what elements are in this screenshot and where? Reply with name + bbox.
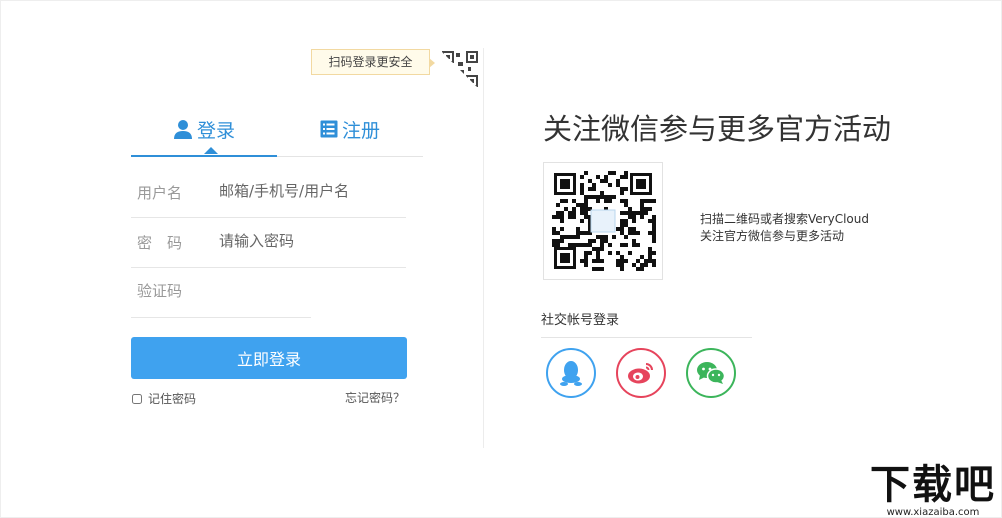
tab-register-label: 注册 xyxy=(341,119,380,142)
wechat-icon xyxy=(697,362,726,384)
tab-register[interactable]: 注册 xyxy=(277,113,423,145)
qr-description-line-1: 扫描二维码或者搜索VeryCloud xyxy=(700,212,869,226)
site-watermark: 下载吧 www.xiazaiba.com xyxy=(864,462,1002,518)
panel-divider xyxy=(483,48,484,448)
watermark-logo: 下载吧 xyxy=(870,462,996,508)
qr-login-tooltip-text: 扫码登录更安全 xyxy=(328,55,413,69)
remember-password-checkbox[interactable] xyxy=(132,393,142,404)
tab-active-caret xyxy=(204,147,218,154)
watermark-url: www.xiazaiba.com xyxy=(886,507,980,518)
username-field: 用户名 xyxy=(131,167,406,218)
tab-login-label: 登录 xyxy=(196,119,235,142)
social-login-title: 社交帐号登录 xyxy=(541,313,620,328)
login-submit-button[interactable]: 立即登录 xyxy=(131,337,407,379)
remember-password[interactable]: 记住密码 xyxy=(132,390,196,407)
weibo-login-button[interactable] xyxy=(616,348,666,398)
wechat-login-button[interactable] xyxy=(686,348,736,398)
tab-login[interactable]: 登录 xyxy=(131,113,277,145)
promo-title: 关注微信参与更多官方活动 xyxy=(543,112,892,146)
qq-login-button[interactable] xyxy=(546,348,596,398)
qr-description: 扫描二维码或者搜索VeryCloud 关注官方微信参与更多活动 xyxy=(700,211,869,245)
wechat-qr-code xyxy=(543,162,663,280)
user-icon xyxy=(173,120,192,139)
social-divider xyxy=(541,337,752,338)
qr-login-toggle[interactable] xyxy=(438,48,483,93)
weibo-icon xyxy=(628,363,653,384)
qq-icon xyxy=(560,361,582,386)
forgot-password-link[interactable]: 忘记密码？ xyxy=(345,389,405,406)
qr-code-image xyxy=(552,171,656,271)
username-input[interactable] xyxy=(219,177,399,205)
captcha-input[interactable] xyxy=(137,277,307,305)
password-input[interactable] xyxy=(219,227,399,255)
captcha-field xyxy=(131,267,311,318)
qr-code-icon xyxy=(438,48,483,93)
username-label: 用户名 xyxy=(137,184,183,202)
qr-login-tooltip: 扫码登录更安全 xyxy=(311,49,435,75)
tab-active-indicator xyxy=(131,155,277,157)
list-icon xyxy=(320,120,338,138)
qr-description-line-2: 关注官方微信参与更多活动 xyxy=(700,229,845,243)
password-field: 密 码 xyxy=(131,217,406,268)
remember-password-label: 记住密码 xyxy=(148,392,197,406)
password-label: 密 码 xyxy=(137,234,183,252)
